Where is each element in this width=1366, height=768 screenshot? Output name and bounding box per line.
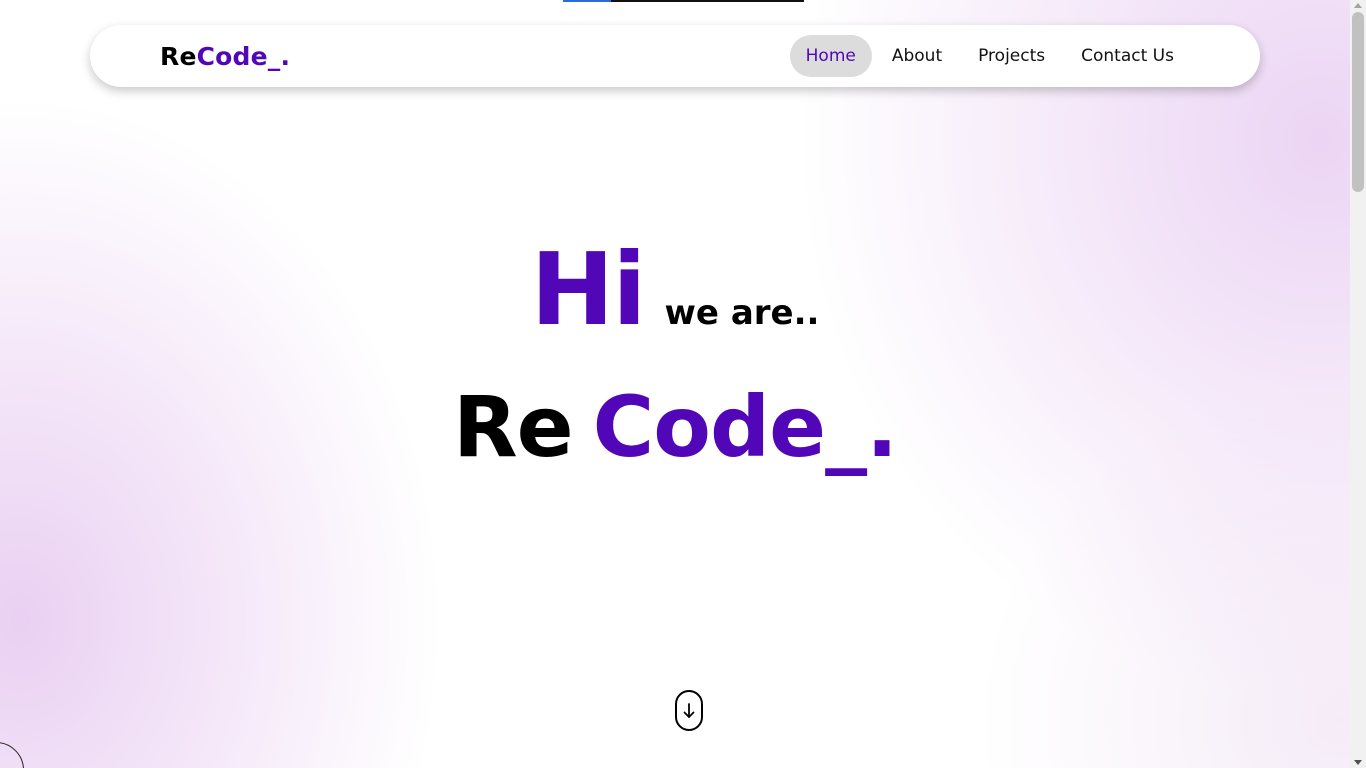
custom-cursor-circle [0,742,24,768]
nav-link-home[interactable]: Home [789,35,872,77]
nav-link-contact-us[interactable]: Contact Us [1065,35,1190,77]
site-logo[interactable]: Re Code_. [160,42,290,71]
scroll-up-arrow-icon[interactable] [1354,3,1362,8]
hero-greeting: Hi we are.. [0,240,1350,340]
nav-links: Home About Projects Contact Us [786,35,1190,77]
page-scrollbar[interactable] [1350,0,1366,768]
reading-progress-bar [563,0,804,2]
nav-link-projects[interactable]: Projects [962,35,1061,77]
navbar: Re Code_. Home About Projects Contact Us [90,25,1260,87]
hero-brand-name: Re Code_. [0,385,1350,469]
reading-progress-fill [563,0,612,2]
logo-part-code: Code_. [196,41,291,71]
logo-part-re: Re [160,41,197,71]
hero-we-are-text: we are.. [664,293,820,333]
hero-name-re: Re [452,378,574,476]
arrow-down-icon [683,702,695,718]
page: Re Code_. Home About Projects Contact Us … [0,0,1366,768]
scroll-down-button[interactable] [675,690,703,731]
hero-name-code: Code_. [592,378,898,476]
hero-hi-text: Hi [530,231,647,348]
nav-link-about[interactable]: About [876,35,958,77]
scrollbar-thumb[interactable] [1352,12,1364,192]
scroll-down-arrow-icon[interactable] [1354,760,1362,765]
